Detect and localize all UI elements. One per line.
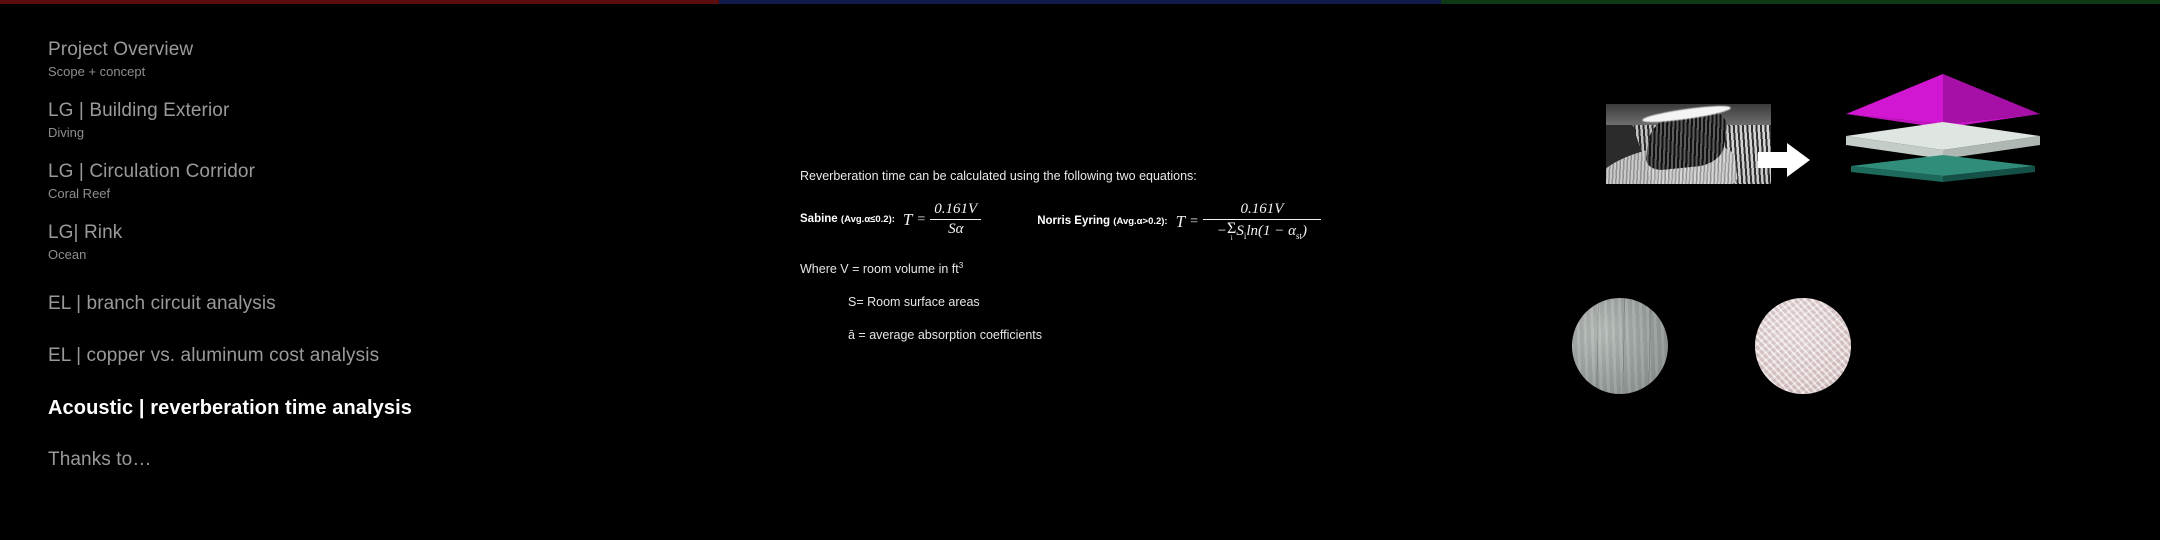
norris-eyring-label-text: Norris Eyring [1037,215,1111,228]
progress-segment-green [1440,0,2160,4]
sabine-label-text: Sabine [800,213,838,225]
agenda-sidebar: Project Overview Scope + concept LG | Bu… [48,38,668,490]
sabine-symbol: T [902,209,913,229]
sabine-numerator: 0.161V [934,201,978,217]
sidebar-item-branch-circuit-analysis[interactable]: EL | branch circuit analysis [48,292,668,316]
concrete-texture [1572,298,1668,394]
sabine-equals: = [917,211,926,227]
sabine-equation: Sabine (Avg.α≤0.2): T = 0.161V Sα [800,201,982,237]
building-aerial-photo [1606,104,1771,184]
sabine-denominator: Sα [948,221,964,237]
floor-slab-layer [1851,155,2035,182]
material-swatches [1572,298,2062,406]
sidebar-item-title: LG| Rink [48,222,123,243]
summation-operator: Σi [1227,221,1236,242]
sidebar-item-circulation-corridor[interactable]: LG | Circulation Corridor Coral Reef [48,160,668,203]
right-arrow-icon [1758,143,1810,177]
norris-eyring-numerator: 0.161V [1240,201,1284,217]
progress-segment-red [0,0,720,4]
sabine-label: Sabine (Avg.α≤0.2): [800,212,895,227]
concrete-swatch [1572,298,1668,394]
sidebar-item-building-exterior[interactable]: LG | Building Exterior Diving [48,99,668,142]
sidebar-item-title: Acoustic | reverberation time analysis [48,397,412,419]
sidebar-item-title: LG | Circulation Corridor [48,161,256,182]
definition-absorption-coefficient: ā = average absorption coefficients [800,327,1042,343]
sidebar-item-title: EL | copper vs. aluminum cost analysis [48,345,380,366]
sigma-subscript: i [1230,233,1233,242]
norris-eyring-fraction: 0.161V − Σi Siln(1 − αst) [1202,201,1321,242]
sidebar-item-project-overview[interactable]: Project Overview Scope + concept [48,38,668,81]
wood-swatch [1927,298,2023,394]
norris-eyring-condition: (Avg.α>0.2): [1113,216,1168,228]
sidebar-item-subtitle: Ocean [48,247,87,262]
denominator-S: S [1236,223,1244,240]
ceiling-slab-layer [1846,122,2040,159]
progress-segment-blue [719,0,1441,4]
sidebar-item-reverberation-time-analysis[interactable]: Acoustic | reverberation time analysis [48,396,668,420]
sidebar-item-subtitle: Diving [48,125,85,140]
norris-eyring-equation: Norris Eyring (Avg.α>0.2): T = 0.161V − Σ… [1037,202,1321,242]
plaster-swatch [1755,298,1851,394]
variable-definitions: Where V = room volume in ft3 S= Room sur… [800,258,1042,360]
definition-surface-area: S= Room surface areas [800,294,1042,310]
definition-text: Where V = room volume in ft [800,262,959,277]
sidebar-item-title: LG | Building Exterior [48,100,230,121]
sidebar-item-subtitle: Scope + concept [48,64,146,79]
norris-eyring-denominator: − Σi Siln(1 − αst) [1213,220,1311,242]
denominator-ln: ln(1 − α [1246,223,1297,240]
wood-texture [1927,298,2023,394]
norris-eyring-symbol: T [1175,211,1186,231]
sidebar-item-title: Thanks to… [48,449,152,470]
norris-eyring-equals: = [1190,213,1198,229]
definition-superscript: 3 [958,261,964,270]
definition-text: S= Room surface areas [848,295,980,310]
sidebar-item-subtitle: Coral Reef [48,186,111,201]
norris-eyring-label: Norris Eyring (Avg.α>0.2): [1037,214,1167,229]
definition-text: ā = average absorption coefficients [848,328,1042,343]
sidebar-item-thanks-to[interactable]: Thanks to… [48,448,668,472]
norris-eyring-math: T = 0.161V − Σi Siln(1 − αst) [1176,202,1321,242]
sidebar-item-copper-vs-aluminum[interactable]: EL | copper vs. aluminum cost analysis [48,344,668,368]
equations-section: Reverberation time can be calculated usi… [800,168,1420,242]
sabine-condition: (Avg.α≤0.2): [840,214,895,225]
sidebar-item-title: EL | branch circuit analysis [48,293,276,314]
plaster-texture [1755,298,1851,394]
equations-row: Sabine (Avg.α≤0.2): T = 0.161V Sα Norris… [800,202,1420,242]
definition-volume: Where V = room volume in ft3 [800,258,1042,277]
roof-layer [1846,74,2040,128]
sabine-math: T = 0.161V Sα [902,201,982,237]
progress-bar [0,0,2160,4]
denominator-close-paren: ) [1302,223,1308,240]
equations-intro-text: Reverberation time can be calculated usi… [800,169,1197,183]
sidebar-item-rink[interactable]: LG| Rink Ocean [48,221,668,264]
sidebar-item-title: Project Overview [48,39,194,60]
sabine-fraction: 0.161V Sα [930,201,982,237]
exploded-layer-diagram [1828,62,2058,182]
denominator-minus: − [1216,223,1228,240]
